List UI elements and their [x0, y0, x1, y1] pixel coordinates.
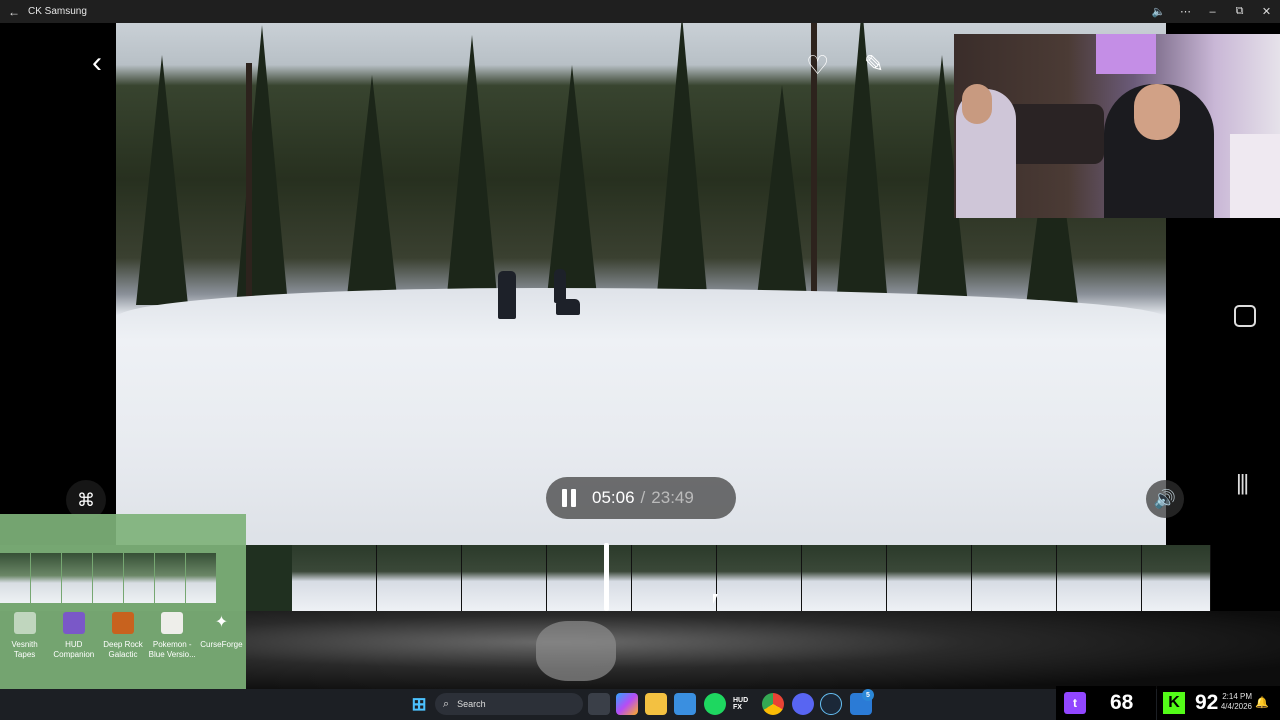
thumbnail — [0, 553, 30, 603]
tree — [756, 85, 808, 305]
webcam-person-head — [962, 84, 992, 124]
chrome-icon[interactable] — [762, 693, 784, 715]
taskbar-search[interactable]: ⌕ Search — [435, 693, 583, 715]
volume-icon: 🔊 — [1153, 488, 1177, 509]
minimize-button[interactable]: – — [1199, 6, 1226, 18]
notification-bell-icon[interactable]: 🔔 — [1255, 696, 1269, 709]
tree — [346, 75, 398, 305]
system-clock[interactable]: 2:14 PM 4/4/2026 — [1204, 692, 1252, 712]
start-icon[interactable]: ⊞ — [408, 693, 430, 715]
twitch-icon: t — [1064, 692, 1086, 714]
favorite-heart-icon[interactable]: ♡ — [806, 50, 829, 81]
timeline-thumbnail — [462, 545, 547, 611]
time-separator: / — [640, 488, 646, 507]
pokemon-icon — [161, 612, 184, 634]
desktop-icon-hud-companion[interactable]: HUD Companion — [49, 612, 98, 672]
desktop-icon-vesnith-tapes[interactable]: Vesnith Tapes — [0, 612, 49, 672]
viewer-back-icon[interactable]: ‹ — [84, 48, 110, 80]
maximize-button[interactable]: ⧉ — [1226, 5, 1253, 18]
timeline-playhead[interactable] — [604, 543, 609, 611]
playback-controls: 05:06 / 23:49 — [546, 477, 736, 519]
window-title-bar: ← CK Samsung 🔈 ⋯ – ⧉ ✕ — [0, 0, 1280, 23]
desktop-icons: Vesnith Tapes HUD Companion Deep Rock Ga… — [0, 612, 246, 672]
android-recents-button[interactable]: ||| — [1236, 470, 1249, 496]
kick-icon: K — [1163, 692, 1185, 714]
timeline-thumbnail — [377, 545, 462, 611]
desktop-background — [246, 611, 1280, 689]
webcam-overlay — [954, 34, 1280, 218]
timeline-thumbnail — [972, 545, 1057, 611]
desktop-icon-label: HUD Companion — [53, 640, 95, 659]
notepad-icon[interactable] — [674, 693, 696, 715]
edit-pencil-icon[interactable]: ✎ — [864, 50, 884, 79]
desktop-icon-label: Vesnith Tapes — [11, 640, 38, 659]
desktop-icon-label: Deep Rock Galactic — [103, 640, 143, 659]
tree — [236, 25, 288, 305]
thumbnail — [186, 553, 216, 603]
thumbnail — [155, 553, 185, 603]
desktop-icon-deep-rock-galactic[interactable]: Deep Rock Galactic — [98, 612, 147, 672]
copilot-icon[interactable] — [616, 693, 638, 715]
search-icon: ⌕ — [443, 697, 450, 710]
discord-icon[interactable] — [792, 693, 814, 715]
hud-fx-icon[interactable]: HUD FX — [733, 693, 755, 715]
close-button[interactable]: ✕ — [1253, 5, 1280, 18]
desktop-icon-curseforge[interactable]: ✦ CurseForge — [197, 612, 246, 672]
desktop-icon-label: CurseForge — [200, 640, 243, 649]
mouse-cursor-icon — [713, 594, 718, 604]
window-title: CK Samsung — [28, 6, 87, 17]
android-home-button[interactable] — [1234, 305, 1256, 327]
timeline-thumbnail — [1142, 545, 1211, 611]
spotify-icon[interactable] — [704, 693, 726, 715]
lamp — [1096, 34, 1156, 74]
timeline-thumbnail — [292, 545, 377, 611]
tree-trunk — [246, 63, 252, 323]
curseforge-icon: ✦ — [214, 614, 229, 631]
tree — [446, 35, 498, 305]
more-options-icon[interactable]: ⋯ — [1172, 5, 1199, 18]
timeline-thumbnail — [717, 545, 802, 611]
thumbnail — [31, 553, 61, 603]
left-letterbox — [0, 23, 116, 545]
timeline-thumbnail — [547, 545, 632, 611]
thumbnail — [93, 553, 123, 603]
shelf — [1230, 134, 1280, 218]
search-placeholder: Search — [457, 699, 486, 709]
file-explorer-icon[interactable] — [645, 693, 667, 715]
timeline-thumbnail — [887, 545, 972, 611]
pause-icon[interactable] — [562, 489, 576, 507]
screen: ← CK Samsung 🔈 ⋯ – ⧉ ✕ ‹ ♡ ✎ ⌘ ||| 🔊 05:… — [0, 0, 1280, 720]
timeline-thumbnail — [1057, 545, 1142, 611]
webcam-streamer-head — [1134, 84, 1180, 140]
total-time: 23:49 — [651, 488, 694, 507]
video-volume-button[interactable]: 🔊 — [1146, 480, 1184, 518]
clock-time: 2:14 PM — [1222, 692, 1252, 701]
capture-icon: ⌘ — [77, 489, 95, 510]
tree — [546, 65, 598, 305]
thumbnail — [124, 553, 154, 603]
person — [498, 271, 516, 319]
twitch-viewer-counter: t 68 — [1056, 686, 1156, 720]
deep-rock-icon — [112, 612, 134, 634]
twitch-viewer-count: 68 — [1110, 691, 1134, 714]
current-time: 05:06 — [592, 488, 635, 507]
person — [556, 299, 580, 315]
app-icon — [13, 612, 36, 634]
desktop-icon-label: Pokemon - Blue Versio... — [148, 640, 196, 659]
timeline-thumbnail — [802, 545, 887, 611]
speaker-icon[interactable]: 🔈 — [1145, 5, 1172, 18]
task-view-icon[interactable] — [588, 693, 610, 715]
tree — [656, 23, 708, 305]
clock-date: 4/4/2026 — [1220, 702, 1252, 711]
steam-icon[interactable] — [820, 693, 842, 715]
notification-badge: 5 — [862, 689, 874, 701]
hud-icon — [62, 612, 85, 634]
tree — [136, 55, 188, 305]
desktop-icon-pokemon[interactable]: Pokemon - Blue Versio... — [148, 612, 197, 672]
person — [554, 269, 566, 303]
timeline-thumbnail — [632, 545, 717, 611]
desktop-thumbnail-strip — [0, 553, 246, 603]
window-back-icon[interactable]: ← — [0, 5, 28, 19]
thumbnail — [62, 553, 92, 603]
